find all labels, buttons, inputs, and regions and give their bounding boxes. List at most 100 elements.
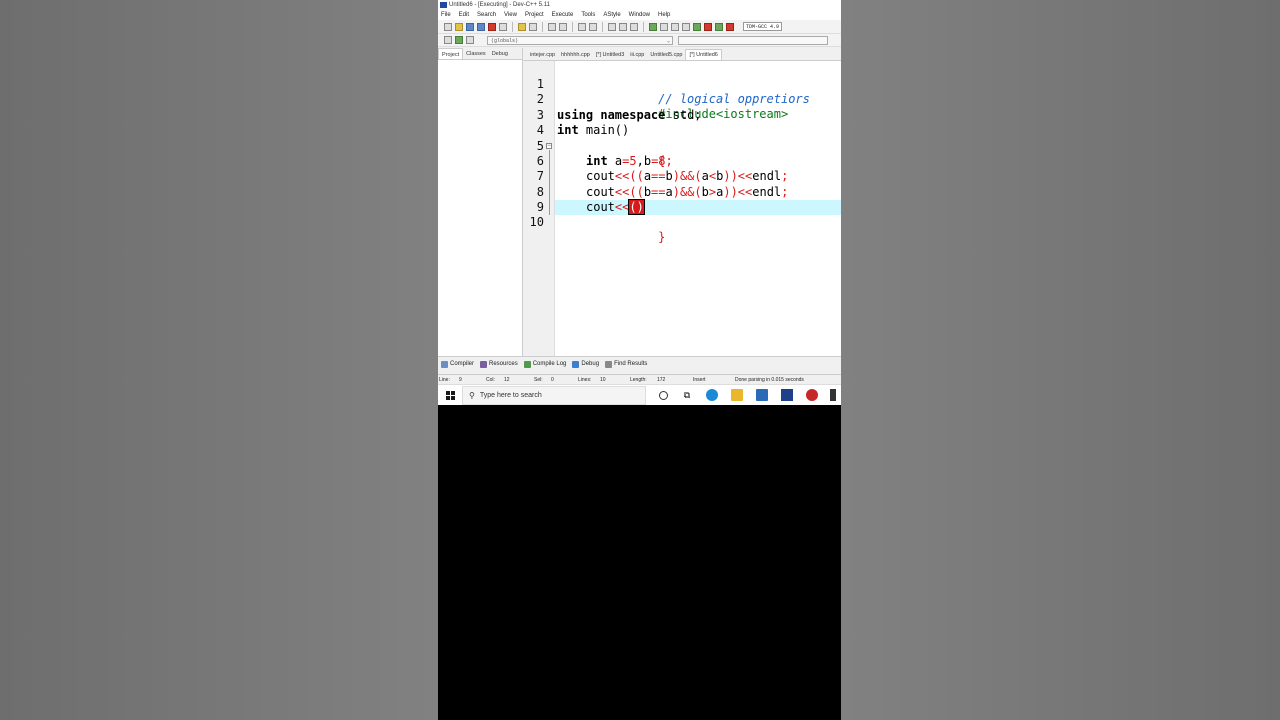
- tab-debug-bottom[interactable]: Debug: [572, 360, 599, 368]
- print-icon[interactable]: [499, 22, 507, 31]
- code-keyword: int: [557, 123, 579, 137]
- tab-resources[interactable]: Resources: [480, 360, 518, 368]
- menu-help[interactable]: Help: [658, 12, 670, 18]
- toolbar-divider: [542, 21, 543, 32]
- start-button[interactable]: [438, 385, 462, 406]
- devcpp-taskbar-icon[interactable]: [781, 389, 793, 401]
- tab-classes[interactable]: Classes: [463, 48, 489, 59]
- compile-icon[interactable]: [649, 22, 657, 31]
- tab-debug[interactable]: Debug: [489, 48, 511, 59]
- check-icon[interactable]: [693, 22, 701, 31]
- file-tab-iii[interactable]: iii.cpp: [627, 50, 647, 60]
- function-select[interactable]: [678, 35, 828, 45]
- compile-log-icon: [523, 360, 531, 368]
- file-tab-hhhhhh[interactable]: hhhhhh.cpp: [558, 50, 593, 60]
- redo-icon[interactable]: [529, 22, 537, 31]
- menu-execute[interactable]: Execute: [552, 12, 574, 18]
- console-taskbar-icon[interactable]: [830, 389, 836, 401]
- status-col-label: Col:: [486, 377, 495, 383]
- fold-guide: [549, 150, 550, 215]
- status-message: Done parsing in 0.015 seconds: [735, 377, 804, 383]
- debug-icon[interactable]: [726, 22, 734, 31]
- taskbar-search[interactable]: ⚲ Type here to search: [462, 385, 646, 405]
- file-explorer-icon[interactable]: [731, 389, 743, 401]
- app-taskbar-icon[interactable]: [806, 389, 818, 401]
- menu-search[interactable]: Search: [477, 12, 496, 18]
- file-tab-untitled6[interactable]: [*] Untitled6: [685, 49, 722, 60]
- code-operator: ;: [781, 169, 789, 183]
- menu-tools[interactable]: Tools: [581, 12, 595, 18]
- code-line-8: cout<<((b==a)&&(b>a))<<endl;: [586, 185, 841, 200]
- back-icon[interactable]: [455, 36, 463, 44]
- devcpp-window: Untitled6 - [Executing] - Dev-C++ 5.11 F…: [438, 0, 841, 405]
- fold-collapse-icon[interactable]: −: [546, 143, 552, 149]
- menu-edit[interactable]: Edit: [459, 12, 469, 18]
- indent-icon[interactable]: [578, 22, 586, 31]
- file-tab-intejer[interactable]: intejer.cpp: [527, 50, 558, 60]
- compiler-select[interactable]: TDM-GCC 4.9: [743, 22, 783, 31]
- forward-icon[interactable]: [466, 36, 474, 44]
- scope-select[interactable]: (globals) ⌄: [487, 35, 673, 45]
- code-text: b: [701, 185, 709, 199]
- rebuild-icon[interactable]: [682, 22, 690, 31]
- compile-run-icon[interactable]: [671, 22, 679, 31]
- code-line-9-active: cout<<(): [555, 199, 841, 215]
- code-keyword: namespace: [600, 108, 666, 122]
- menu-view[interactable]: View: [504, 12, 517, 18]
- resources-icon: [480, 360, 488, 368]
- line-number-gutter: 1 2 3 4 5 − 6 7 8 9 10: [523, 61, 555, 356]
- chart-icon[interactable]: [715, 22, 723, 31]
- code-operator: ==: [651, 185, 666, 199]
- cortana-icon[interactable]: [659, 390, 668, 400]
- code-operator: ))<<: [723, 169, 753, 183]
- save-all-icon[interactable]: [477, 22, 485, 31]
- stop-icon[interactable]: [704, 22, 712, 31]
- line-number: 2: [536, 92, 544, 106]
- line-number: 1: [536, 77, 544, 91]
- file-tab-untitled3[interactable]: [*] Untitled3: [593, 50, 627, 60]
- tab-project[interactable]: Project: [438, 48, 464, 59]
- menu-project[interactable]: Project: [525, 12, 544, 18]
- unindent-icon[interactable]: [589, 22, 597, 31]
- task-view-icon[interactable]: ⧉: [681, 389, 693, 401]
- tab-find-results[interactable]: Find Results: [605, 360, 648, 368]
- replace-icon[interactable]: [559, 22, 567, 31]
- status-lines-label: Lines:: [578, 377, 592, 383]
- tab-label: Find Results: [614, 361, 648, 367]
- compiler-icon: [441, 360, 448, 368]
- menu-file[interactable]: File: [441, 12, 451, 18]
- store-icon[interactable]: [756, 389, 768, 401]
- main-toolbar: TDM-GCC 4.9: [438, 20, 841, 34]
- edge-icon[interactable]: [706, 389, 718, 401]
- secondary-toolbar: (globals) ⌄: [438, 34, 841, 47]
- line-number: 6: [536, 154, 544, 168]
- code-text: endl: [752, 169, 782, 183]
- run-icon[interactable]: [660, 22, 668, 31]
- left-panel-tabs: Project Classes Debug: [438, 48, 522, 60]
- menu-window[interactable]: Window: [629, 12, 650, 18]
- class-browser-icon[interactable]: [444, 36, 452, 44]
- menu-astyle[interactable]: AStyle: [603, 12, 620, 18]
- close-file-icon[interactable]: [488, 22, 496, 31]
- open-file-icon[interactable]: [455, 22, 463, 31]
- code-editor[interactable]: 1 2 3 4 5 − 6 7 8 9 10 // logical oppret…: [523, 61, 841, 356]
- goto-icon[interactable]: [608, 22, 616, 31]
- main-area: Project Classes Debug intejer.cpp hhhhhh…: [438, 48, 841, 356]
- save-icon[interactable]: [466, 22, 474, 31]
- tab-compile-log[interactable]: Compile Log: [523, 360, 567, 368]
- tab-label: Resources: [489, 361, 518, 367]
- file-tab-untitled5[interactable]: Untitled5.cpp: [647, 50, 685, 60]
- tab-label: Compile Log: [532, 361, 567, 367]
- find-icon[interactable]: [548, 22, 556, 31]
- new-file-icon[interactable]: [444, 22, 452, 31]
- toggle-icon[interactable]: [630, 22, 638, 31]
- code-keyword: using: [557, 108, 594, 122]
- line-number: 8: [536, 185, 544, 199]
- bookmark-icon[interactable]: [619, 22, 627, 31]
- code-operator: ==: [651, 169, 666, 183]
- undo-icon[interactable]: [518, 22, 526, 31]
- status-sel-label: Sel:: [534, 377, 543, 383]
- status-bar: Line: 9 Col: 12 Sel: 0 Lines: 10 Length:…: [438, 374, 841, 384]
- code-area[interactable]: // logical oppretiors #include<iostream>…: [555, 61, 841, 356]
- tab-compiler[interactable]: Compiler: [441, 360, 474, 368]
